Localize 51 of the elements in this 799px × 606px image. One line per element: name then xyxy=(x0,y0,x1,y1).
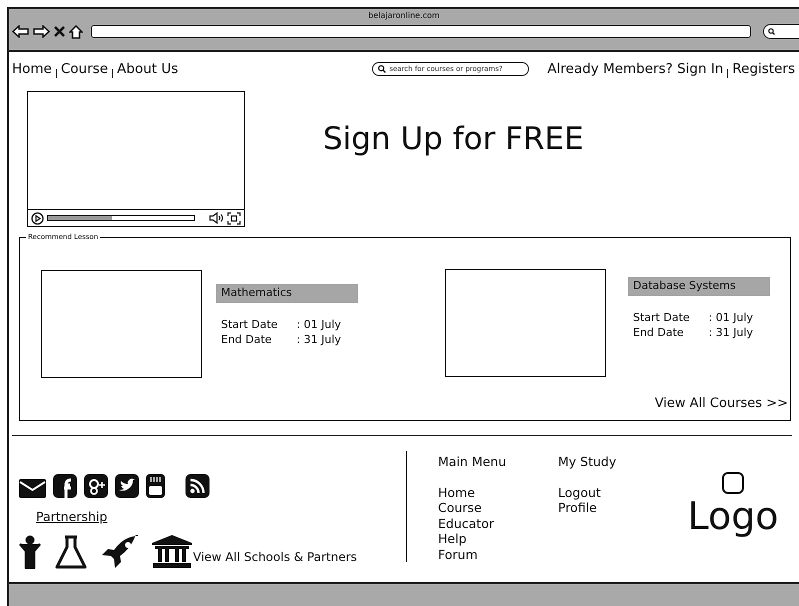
window-title: belajaronline.com xyxy=(367,10,441,21)
logo-icon xyxy=(722,472,744,494)
close-icon[interactable] xyxy=(54,26,65,37)
menu-link[interactable]: Logout xyxy=(558,484,678,500)
menu-heading: Main Menu xyxy=(438,454,508,470)
date-value: : 01 July xyxy=(708,310,754,324)
view-all-courses-link[interactable]: View All Courses >> xyxy=(654,394,788,413)
date-value: : 31 July xyxy=(296,332,342,346)
date-value: : 01 July xyxy=(296,316,342,332)
date-value: : 31 July xyxy=(708,324,754,340)
nav-link-text[interactable]: Course xyxy=(60,58,108,80)
back-icon[interactable] xyxy=(12,25,29,38)
nav-link-text[interactable]: Already Members? Sign In xyxy=(547,58,724,80)
logo: Logo xyxy=(687,494,779,538)
search-icon xyxy=(378,65,386,73)
nav-link-text[interactable]: Home xyxy=(12,58,52,80)
partnership-link[interactable]: Partnership xyxy=(36,509,108,524)
menu-link[interactable]: Forum xyxy=(438,546,558,562)
date-label: End Date xyxy=(221,332,273,346)
address-field[interactable] xyxy=(91,25,751,38)
volume-icon[interactable] xyxy=(209,212,224,224)
menu-link[interactable]: Help xyxy=(438,531,558,546)
video-icon[interactable] xyxy=(146,474,165,498)
forward-icon[interactable] xyxy=(33,25,50,38)
menu-link[interactable]: Home xyxy=(438,484,558,500)
home-icon[interactable] xyxy=(69,24,83,38)
course-title[interactable]: Database Systems xyxy=(628,277,770,296)
menu-link[interactable]: Profile xyxy=(558,500,678,516)
building-icon[interactable] xyxy=(152,535,192,569)
menu-heading: My Study xyxy=(558,454,618,470)
flask-icon[interactable] xyxy=(54,535,88,569)
progress-bar[interactable] xyxy=(47,215,195,221)
person-icon[interactable] xyxy=(19,535,41,569)
fullscreen-icon[interactable] xyxy=(227,212,241,224)
nav-link-text[interactable]: Registers xyxy=(732,58,795,80)
nav-link-text[interactable]: About Us xyxy=(117,58,178,80)
envelope-icon[interactable] xyxy=(19,479,46,498)
date-label: Start Date xyxy=(633,310,691,324)
menu-link[interactable]: Course xyxy=(438,500,558,516)
date-label: End Date xyxy=(633,324,685,340)
date-label: Start Date xyxy=(221,316,279,332)
rss-icon[interactable] xyxy=(185,474,210,498)
bird-icon[interactable] xyxy=(115,474,139,498)
rocket-icon[interactable] xyxy=(101,535,139,569)
menu-link[interactable]: Educator xyxy=(438,516,558,531)
browser-search-field[interactable] xyxy=(763,24,799,39)
page-heading: Sign Up for FREE xyxy=(323,120,584,159)
view-all-partners-link[interactable]: View All Schools & Partners xyxy=(193,548,357,566)
course-title[interactable]: Mathematics xyxy=(216,284,358,302)
play-icon[interactable] xyxy=(31,212,44,224)
search-icon xyxy=(768,28,775,35)
